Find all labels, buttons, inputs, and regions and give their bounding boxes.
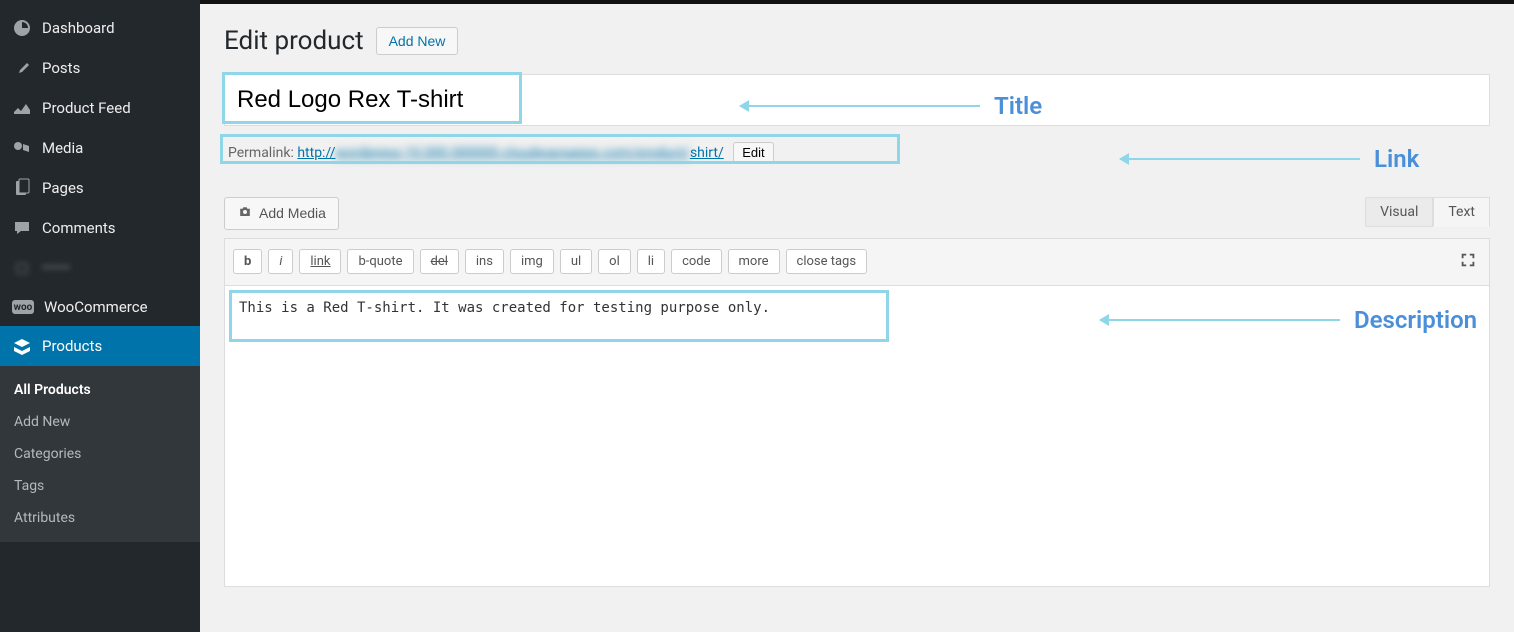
tab-text[interactable]: Text (1433, 197, 1490, 227)
editor: b i link b-quote del ins img ul ol li co… (224, 238, 1490, 587)
sidebar-label: Dashboard (42, 19, 115, 37)
dashboard-icon (12, 18, 32, 38)
sidebar-subitem-add-new[interactable]: Add New (0, 406, 200, 438)
editor-btn-b[interactable]: b (233, 249, 262, 274)
woo-icon: woo (12, 300, 34, 314)
sidebar-item-comments[interactable]: Comments (0, 208, 200, 248)
sidebar-label: Comments (42, 219, 116, 237)
sidebar-label: WooCommerce (44, 298, 148, 316)
add-media-button[interactable]: Add Media (224, 197, 339, 230)
editor-btn-code[interactable]: code (671, 249, 721, 274)
sidebar-label: Pages (42, 179, 84, 197)
description-text: This is a Red T-shirt. It was created fo… (239, 300, 770, 316)
editor-btn-img[interactable]: img (510, 249, 554, 274)
annotation-highlight-description (229, 290, 889, 342)
sidebar-item-products[interactable]: Products (0, 326, 200, 366)
editor-btn-ol[interactable]: ol (598, 249, 631, 274)
feed-icon (12, 98, 32, 118)
sidebar-item-pages[interactable]: Pages (0, 168, 200, 208)
editor-btn-link[interactable]: link (299, 249, 341, 274)
permalink-edit-button[interactable]: Edit (733, 142, 773, 163)
editor-btn-bquote[interactable]: b-quote (347, 249, 413, 274)
media-icon (12, 138, 32, 158)
camera-icon (237, 204, 253, 223)
editor-tabs: Visual Text (1365, 197, 1490, 227)
description-textarea[interactable]: This is a Red T-shirt. It was created fo… (225, 286, 1489, 586)
editor-btn-li[interactable]: li (637, 249, 665, 274)
sidebar-subitem-categories[interactable]: Categories (0, 438, 200, 470)
add-new-button[interactable]: Add New (376, 27, 459, 55)
pin-icon (12, 58, 32, 78)
sidebar-item-blurred: ▢•••••• (0, 248, 200, 288)
comment-icon (12, 218, 32, 238)
sidebar-item-dashboard[interactable]: Dashboard (0, 8, 200, 48)
editor-btn-ins[interactable]: ins (465, 249, 504, 274)
products-icon (12, 336, 32, 356)
sidebar-label: Media (42, 139, 83, 157)
editor-btn-more[interactable]: more (728, 249, 780, 274)
main-content: Edit product Add New Permalink: http://w… (200, 0, 1514, 632)
sidebar-subitem-all-products[interactable]: All Products (0, 374, 200, 406)
admin-topbar (200, 0, 1514, 4)
sidebar-item-woocommerce[interactable]: woo WooCommerce (0, 288, 200, 326)
permalink-row: Permalink: http://wordpress-10.000.00000… (224, 136, 1490, 169)
editor-top-row: Add Media Visual Text (224, 197, 1490, 230)
title-field-wrap (224, 74, 1490, 126)
editor-btn-i[interactable]: i (268, 249, 293, 274)
page-title: Edit product (224, 26, 364, 56)
sidebar-label: Posts (42, 59, 80, 77)
fullscreen-icon[interactable] (1455, 247, 1481, 277)
sidebar-label: Product Feed (42, 99, 131, 117)
sidebar-subitem-tags[interactable]: Tags (0, 470, 200, 502)
editor-btn-closetags[interactable]: close tags (786, 249, 868, 274)
admin-sidebar: Dashboard Posts Product Feed Media Pages… (0, 0, 200, 632)
sidebar-item-product-feed[interactable]: Product Feed (0, 88, 200, 128)
permalink-label: Permalink: (228, 145, 294, 161)
pages-icon (12, 178, 32, 198)
sidebar-item-media[interactable]: Media (0, 128, 200, 168)
permalink-link[interactable]: http://wordpress-10.000.000000.cloudways… (297, 145, 723, 161)
page-header: Edit product Add New (224, 26, 1490, 56)
sidebar-submenu: All Products Add New Categories Tags Att… (0, 366, 200, 542)
sidebar-item-posts[interactable]: Posts (0, 48, 200, 88)
editor-btn-del[interactable]: del (420, 249, 459, 274)
editor-btn-ul[interactable]: ul (560, 249, 592, 274)
editor-button-row: b i link b-quote del ins img ul ol li co… (225, 239, 1489, 286)
product-title-input[interactable] (224, 74, 1490, 126)
sidebar-label: Products (42, 337, 102, 355)
add-media-label: Add Media (259, 205, 326, 221)
tab-visual[interactable]: Visual (1365, 197, 1433, 227)
sidebar-subitem-attributes[interactable]: Attributes (0, 502, 200, 534)
